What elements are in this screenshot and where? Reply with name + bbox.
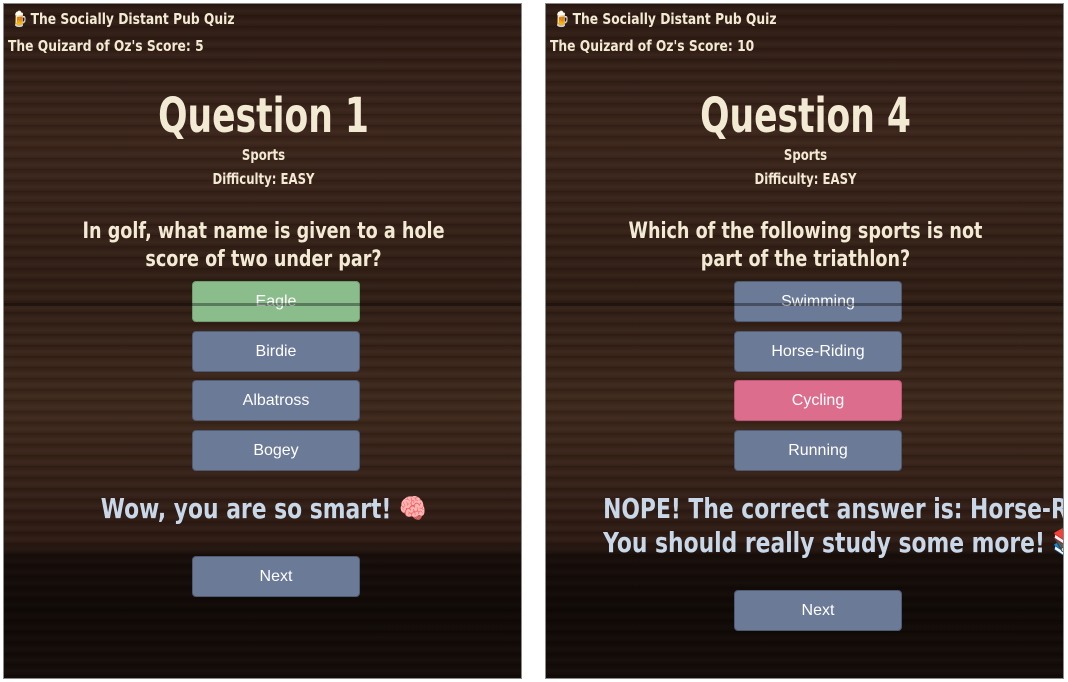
question-difficulty: Difficulty: EASY (212, 170, 315, 188)
question-heading: Question 1 (158, 88, 369, 144)
answer-button-birdie[interactable]: Birdie (192, 330, 360, 372)
question-category: Sports (241, 146, 286, 164)
beer-mug-icon: 🍺 (554, 10, 570, 28)
answer-button-swimming[interactable]: Swimming (734, 281, 902, 322)
app-title: 🍺 The Socially Distant Pub Quiz (12, 10, 235, 28)
answer-list: Swimming Horse-Riding Cycling Running (734, 281, 902, 479)
question-heading: Question 4 (700, 88, 911, 144)
feedback-message: Wow, you are so smart! 🧠 (100, 492, 427, 525)
quiz-panel-correct: 🍺 The Socially Distant Pub Quiz The Quiza… (3, 3, 522, 679)
question-text: Which of the following sports is not par… (628, 219, 983, 272)
answer-button-horse-riding[interactable]: Horse-Riding (734, 330, 902, 372)
app-title-text: The Socially Distant Pub Quiz (572, 10, 777, 28)
feedback-message-2: You should really study some more! 📚 (603, 526, 1064, 559)
answer-button-bogey[interactable]: Bogey (192, 429, 360, 471)
next-button[interactable]: Next (192, 556, 360, 597)
question-difficulty: Difficulty: EASY (754, 170, 857, 188)
answer-list: Eagle Birdie Albatross Bogey (192, 281, 360, 479)
player-score: The Quizard of Oz's Score: 10 (550, 37, 755, 55)
question-category: Sports (783, 146, 828, 164)
answer-button-albatross[interactable]: Albatross (192, 380, 360, 421)
app-title-text: The Socially Distant Pub Quiz (30, 10, 235, 28)
next-button[interactable]: Next (734, 590, 902, 631)
beer-mug-icon: 🍺 (12, 10, 28, 28)
answer-button-running[interactable]: Running (734, 429, 902, 471)
player-score: The Quizard of Oz's Score: 5 (8, 37, 204, 55)
answer-button-cycling[interactable]: Cycling (734, 380, 902, 421)
app-title: 🍺 The Socially Distant Pub Quiz (554, 10, 777, 28)
feedback-message: NOPE! The correct answer is: Horse-Ridin… (603, 492, 1063, 525)
question-text: In golf, what name is given to a hole sc… (82, 219, 445, 272)
answer-button-eagle[interactable]: Eagle (192, 281, 360, 322)
quiz-panel-wrong: 🍺 The Socially Distant Pub Quiz The Quiza… (545, 3, 1064, 679)
